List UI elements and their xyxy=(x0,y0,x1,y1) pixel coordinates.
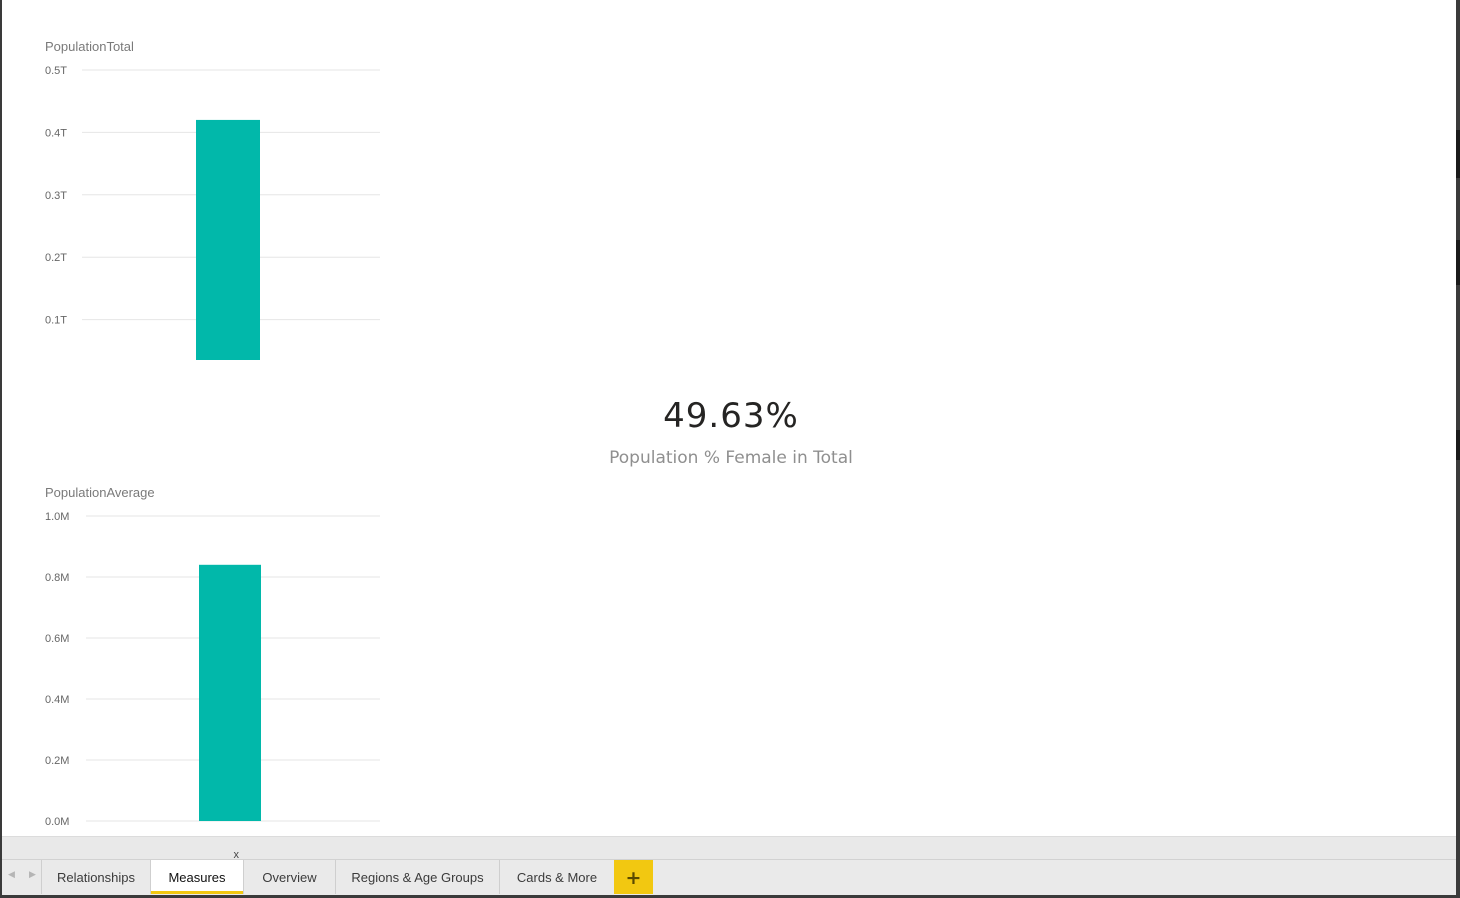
close-tab-icon[interactable]: x xyxy=(234,848,240,862)
page-tab-bar: ◀ ▶ Relationships Measures x Overview Re… xyxy=(2,849,1456,895)
bar xyxy=(199,564,261,821)
tab-label: Relationships xyxy=(56,870,136,885)
edge-mark xyxy=(1456,430,1460,460)
y-tick-label: 0.5T xyxy=(45,65,67,77)
tab-label: Cards & More xyxy=(516,870,598,885)
report-canvas: PopulationTotal 0.0T0.1T0.2T0.3T0.4T0.5T… xyxy=(2,0,1456,836)
bar-chart-population-total[interactable]: 0.0T0.1T0.2T0.3T0.4T0.5T xyxy=(2,0,422,360)
canvas-bottom-gap xyxy=(2,836,1456,859)
tab-measures[interactable]: Measures x xyxy=(151,849,243,894)
y-tick-label: 0.2M xyxy=(45,755,69,767)
tab-cards-more[interactable]: Cards & More xyxy=(500,860,614,894)
edge-mark xyxy=(1456,130,1460,178)
y-tick-label: 0.4M xyxy=(45,694,69,706)
tab-label: Regions & Age Groups xyxy=(351,870,484,885)
y-tick-label: 0.3T xyxy=(45,190,67,202)
window-right-border xyxy=(1456,0,1460,898)
tab-label: Overview xyxy=(262,870,317,885)
tab-overview[interactable]: Overview xyxy=(244,860,335,894)
y-tick-label: 0.0M xyxy=(45,816,69,828)
bar xyxy=(196,119,260,360)
card-label: Population % Female in Total xyxy=(609,448,853,468)
card-value: 49.63% xyxy=(663,396,799,436)
bar-chart-population-average[interactable]: 0.0M 0.2M 0.4M 0.6M 0.8M 1.0M xyxy=(2,470,422,830)
plus-icon: + xyxy=(625,867,642,889)
chevron-right-icon[interactable]: ▶ xyxy=(29,870,36,880)
y-tick-label: 1.0M xyxy=(45,511,69,523)
add-page-button[interactable]: + xyxy=(614,860,653,894)
y-tick-label: 0.1T xyxy=(45,315,67,327)
y-tick-label: 0.8M xyxy=(45,572,69,584)
edge-mark xyxy=(1456,240,1460,285)
y-tick-label: 0.4T xyxy=(45,127,67,139)
y-tick-label: 0.2T xyxy=(45,252,67,264)
chevron-left-icon[interactable]: ◀ xyxy=(8,870,15,880)
tab-relationships[interactable]: Relationships xyxy=(42,860,150,894)
tab-label: Measures xyxy=(168,870,226,885)
tab-regions-age-groups[interactable]: Regions & Age Groups xyxy=(336,860,499,894)
y-tick-label: 0.6M xyxy=(45,633,69,645)
